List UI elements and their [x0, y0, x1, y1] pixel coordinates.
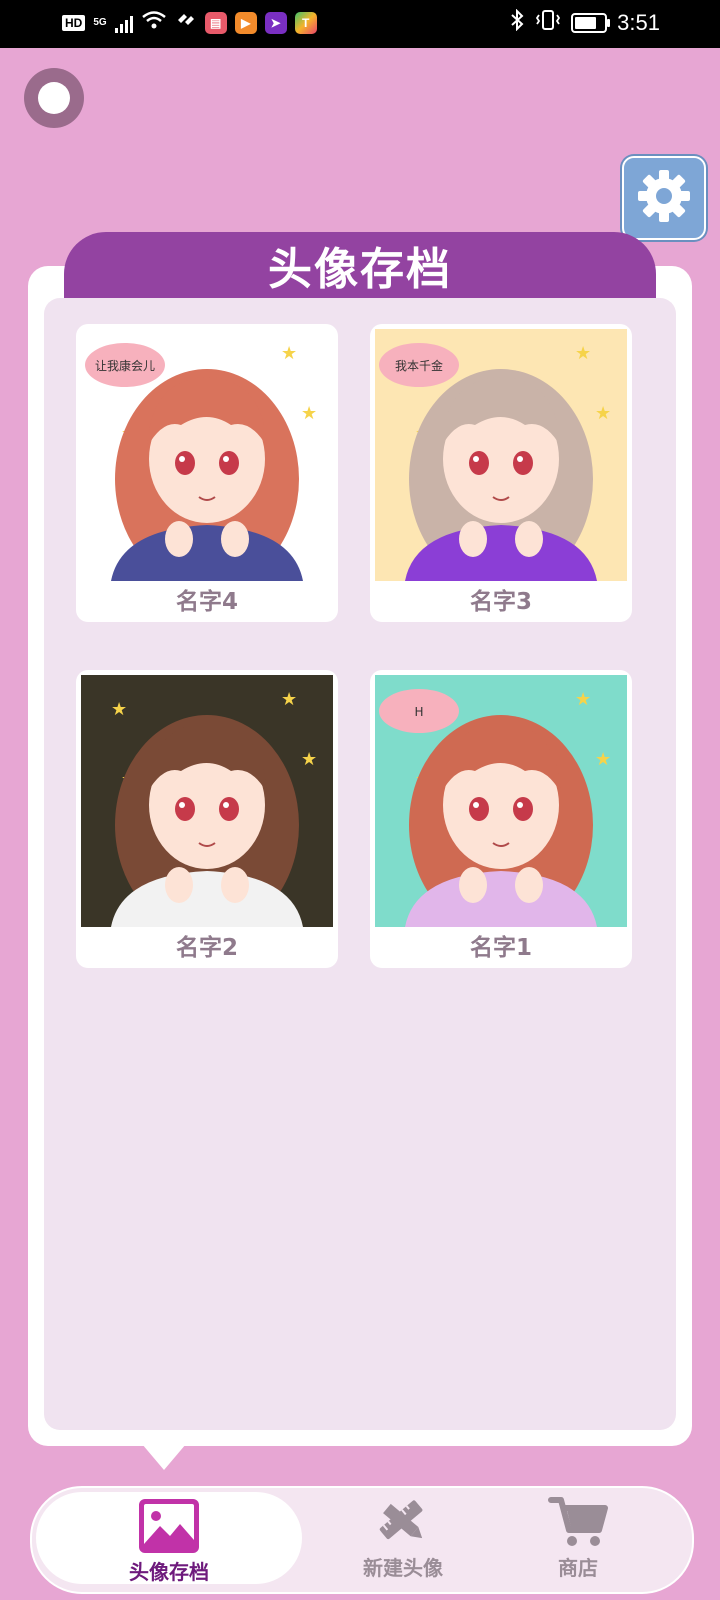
- eye: [469, 797, 489, 821]
- video-app-icon: ▶: [234, 11, 257, 34]
- eye: [175, 451, 195, 475]
- avatar-thumbnail: ★★★★我本千金: [375, 329, 627, 581]
- nav-label: 商店: [558, 1556, 598, 1580]
- app-notification-icon: [175, 10, 197, 35]
- store-app-icon: T: [294, 11, 317, 34]
- status-bar: HD 5G ▤ ▶ ➤ T 3:51: [0, 0, 720, 48]
- nav-label: 头像存档: [129, 1560, 209, 1584]
- avatar-card[interactable]: ★★★★H 名字1: [370, 670, 632, 968]
- eye: [513, 797, 533, 821]
- wifi-icon: [141, 10, 167, 35]
- shopping-cart-icon: [547, 1494, 609, 1550]
- bottom-nav: 头像存档 新建头像 商店: [30, 1486, 694, 1594]
- avatar-portrait: ★★★★H: [375, 675, 627, 927]
- avatar-name: 名字4: [175, 589, 238, 615]
- avatar-card[interactable]: ★★★★ 名字2: [76, 670, 338, 968]
- star-decoration: ★: [281, 689, 297, 710]
- panel-pointer: [142, 1444, 186, 1470]
- hand: [459, 867, 487, 903]
- eye: [469, 451, 489, 475]
- nav-label: 新建头像: [363, 1556, 443, 1580]
- image-icon: [138, 1498, 200, 1554]
- hand: [459, 521, 487, 557]
- bluetooth-icon: [509, 8, 525, 37]
- play-app-icon: ➤: [264, 11, 287, 34]
- star-decoration: ★: [575, 343, 591, 364]
- avatar-name: 名字1: [469, 935, 532, 961]
- avatar-card[interactable]: ★★★★我本千金 名字3: [370, 324, 632, 622]
- settings-button[interactable]: [622, 156, 706, 240]
- avatar-thumbnail: ★★★★让我康会儿: [81, 329, 333, 581]
- battery-icon: [571, 13, 611, 33]
- star-decoration: ★: [301, 749, 317, 770]
- avatar-portrait: ★★★★: [81, 675, 333, 927]
- hand: [165, 867, 193, 903]
- gear-icon: [634, 166, 694, 230]
- record-button[interactable]: [24, 68, 84, 128]
- record-dot-icon: [38, 82, 70, 114]
- status-bar-right: 3:51: [509, 8, 660, 37]
- star-decoration: ★: [595, 403, 611, 424]
- star-decoration: ★: [111, 699, 127, 720]
- avatar-portrait: ★★★★我本千金: [375, 329, 627, 581]
- hand: [165, 521, 193, 557]
- star-decoration: ★: [281, 343, 297, 364]
- clock: 3:51: [617, 10, 660, 35]
- eye: [513, 451, 533, 475]
- eye: [175, 797, 195, 821]
- star-decoration: ★: [595, 749, 611, 770]
- nav-item-new-avatar[interactable]: 新建头像: [308, 1488, 498, 1592]
- panel-header: 头像存档: [64, 232, 656, 298]
- vibrate-icon: [535, 9, 561, 37]
- hd-indicator: HD: [62, 14, 86, 31]
- eye: [219, 451, 239, 475]
- signal-icon: [114, 13, 133, 33]
- speech-bubble-text: H: [414, 705, 423, 719]
- pencil-ruler-icon: [372, 1494, 434, 1550]
- avatar-portrait: ★★★★让我康会儿: [81, 329, 333, 581]
- speech-bubble-text: 我本千金: [395, 358, 443, 373]
- avatar-name: 名字3: [469, 589, 532, 615]
- status-bar-left: HD 5G ▤ ▶ ➤ T: [62, 10, 317, 35]
- avatar-thumbnail: ★★★★H: [375, 675, 627, 927]
- star-decoration: ★: [301, 403, 317, 424]
- avatar-grid: ★★★★让我康会儿 名字4 ★★★★我本千金 名字3 ★★★★ 名字2 ★★★★…: [76, 324, 636, 968]
- speech-bubble-text: 让我康会儿: [95, 358, 155, 373]
- avatar-thumbnail: ★★★★: [81, 675, 333, 927]
- hand: [515, 867, 543, 903]
- hand: [221, 867, 249, 903]
- book-app-icon: ▤: [204, 11, 227, 34]
- network-type: 5G: [93, 17, 107, 28]
- nav-item-shop[interactable]: 商店: [498, 1488, 658, 1592]
- panel-title: 头像存档: [268, 244, 452, 295]
- star-decoration: ★: [575, 689, 591, 710]
- avatar-card[interactable]: ★★★★让我康会儿 名字4: [76, 324, 338, 622]
- hand: [221, 521, 249, 557]
- avatar-name: 名字2: [175, 935, 238, 961]
- eye: [219, 797, 239, 821]
- hand: [515, 521, 543, 557]
- nav-item-avatar-archive[interactable]: 头像存档: [36, 1492, 302, 1584]
